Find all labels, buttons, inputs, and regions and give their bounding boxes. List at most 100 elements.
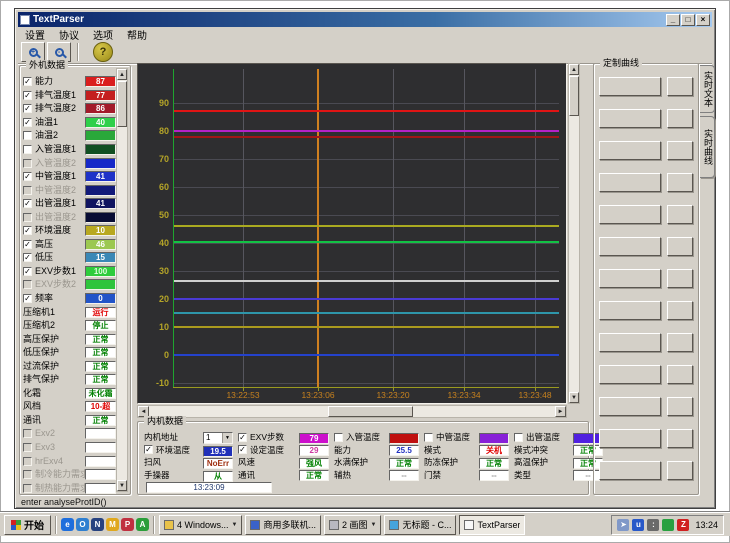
tray-dots-icon[interactable]: :	[647, 519, 659, 531]
custom-curve-value-button[interactable]	[667, 365, 693, 384]
indoor-address-dropdown[interactable]: 1▼	[203, 432, 233, 444]
maximize-button[interactable]: □	[681, 14, 695, 26]
checkbox[interactable]	[424, 433, 433, 442]
custom-curve-button[interactable]	[599, 429, 661, 448]
custom-curve-button[interactable]	[599, 461, 661, 480]
checkbox[interactable]: ✓	[23, 104, 32, 113]
scroll-down-icon[interactable]: ▼	[569, 392, 579, 403]
custom-curve-button[interactable]	[599, 237, 661, 256]
tab-realtime-text[interactable]: 实时文本	[700, 65, 715, 113]
checkbox[interactable]	[23, 186, 32, 195]
checkbox[interactable]	[23, 131, 32, 140]
custom-curve-value-button[interactable]	[667, 237, 693, 256]
custom-curve-button[interactable]	[599, 397, 661, 416]
checkbox[interactable]	[23, 484, 32, 493]
checkbox[interactable]	[514, 433, 523, 442]
taskbar-untitled[interactable]: 无标题 - C...	[384, 515, 456, 535]
checkbox[interactable]	[23, 213, 32, 222]
custom-curve-value-button[interactable]	[667, 429, 693, 448]
quicklaunch-antivirus-icon[interactable]: A	[136, 518, 149, 531]
checkbox[interactable]: ✓	[23, 172, 32, 181]
checkbox[interactable]: ✓	[23, 91, 32, 100]
scroll-up-icon[interactable]: ▲	[117, 69, 127, 80]
menu-settings[interactable]: 设置	[18, 27, 52, 42]
quicklaunch-player-icon[interactable]: P	[121, 518, 134, 531]
custom-curve-button[interactable]	[599, 365, 661, 384]
quicklaunch-mail-icon[interactable]: M	[106, 518, 119, 531]
checkbox[interactable]	[23, 145, 32, 154]
quicklaunch-browser-icon[interactable]: O	[76, 518, 89, 531]
dropdown-arrow-icon[interactable]: ▼	[232, 522, 238, 528]
scroll-right-icon[interactable]: ►	[555, 406, 566, 417]
scroll-up-icon[interactable]: ▲	[569, 64, 579, 75]
menu-protocol[interactable]: 协议	[52, 27, 86, 42]
custom-curve-value-button[interactable]	[667, 461, 693, 480]
custom-curve-value-button[interactable]	[667, 301, 693, 320]
checkbox[interactable]	[23, 280, 32, 289]
custom-curve-value-button[interactable]	[667, 205, 693, 224]
custom-curve-button[interactable]	[599, 205, 661, 224]
checkbox[interactable]	[334, 433, 343, 442]
checkbox[interactable]	[23, 443, 32, 452]
scroll-down-icon[interactable]: ▼	[117, 480, 127, 491]
checkbox[interactable]: ✓	[23, 77, 32, 86]
help-button[interactable]: ?	[93, 42, 113, 62]
left-panel-scrollbar[interactable]: ▲ ▼	[116, 68, 128, 492]
tray-thunder-icon[interactable]: Z	[677, 519, 689, 531]
checkbox[interactable]	[23, 159, 32, 168]
chart-hscroll-thumb[interactable]	[328, 406, 413, 417]
zoom-out-button[interactable]: -	[47, 42, 71, 62]
checkbox[interactable]: ✓	[23, 267, 32, 276]
checkbox[interactable]: ✓	[23, 199, 32, 208]
checkbox[interactable]	[23, 470, 32, 479]
custom-curve-value-button[interactable]	[667, 269, 693, 288]
chart-horizontal-scrollbar[interactable]: ◄ ►	[137, 405, 567, 418]
taskbar-textparser[interactable]: TextParser	[459, 515, 525, 535]
checkbox[interactable]: ✓	[23, 253, 32, 262]
checkbox[interactable]: ✓	[144, 445, 153, 454]
custom-curve-value-button[interactable]	[667, 333, 693, 352]
custom-curve-button[interactable]	[599, 77, 661, 96]
checkbox[interactable]: ✓	[23, 240, 32, 249]
quicklaunch-ie-icon[interactable]: e	[61, 518, 74, 531]
taskbar-windows-group[interactable]: 4 Windows...▼	[159, 515, 242, 535]
chart-plot-area[interactable]: 9080706050403020100-1013:22:5313:23:0613…	[139, 65, 565, 402]
custom-curve-button[interactable]	[599, 141, 661, 160]
dropdown-arrow-icon[interactable]: ▼	[371, 522, 377, 528]
zoom-in-button[interactable]: +	[21, 42, 45, 62]
chart-vertical-scrollbar[interactable]: ▲ ▼	[568, 63, 580, 404]
start-button[interactable]: 开始	[4, 515, 51, 535]
tray-launch-icon[interactable]: ➤	[617, 519, 629, 531]
checkbox[interactable]: ✓	[23, 226, 32, 235]
checkbox[interactable]: ✓	[238, 433, 247, 442]
tab-realtime-curve[interactable]: 实时曲线	[700, 116, 715, 178]
custom-curve-button[interactable]	[599, 269, 661, 288]
custom-curve-button[interactable]	[599, 173, 661, 192]
custom-curve-value-button[interactable]	[667, 77, 693, 96]
custom-curve-value-button[interactable]	[667, 173, 693, 192]
left-scrollbar-thumb[interactable]	[117, 81, 127, 127]
taskbar-app[interactable]: 商用多联机...	[245, 515, 321, 535]
taskbar-paint-group[interactable]: 2 画图▼	[324, 515, 381, 535]
checkbox[interactable]: ✓	[23, 118, 32, 127]
dropdown-arrow-icon[interactable]: ▼	[222, 433, 232, 443]
quicklaunch-navigator-icon[interactable]: N	[91, 518, 104, 531]
checkbox[interactable]	[23, 457, 32, 466]
chart-vscroll-thumb[interactable]	[569, 76, 579, 116]
tray-messenger-icon[interactable]: u	[632, 519, 644, 531]
menu-help[interactable]: 帮助	[120, 27, 154, 42]
realtime-curve-chart[interactable]: 9080706050403020100-1013:22:5313:23:0613…	[137, 63, 567, 404]
custom-curve-value-button[interactable]	[667, 397, 693, 416]
checkbox[interactable]: ✓	[23, 294, 32, 303]
custom-curve-button[interactable]	[599, 109, 661, 128]
custom-curve-button[interactable]	[599, 333, 661, 352]
custom-curve-value-button[interactable]	[667, 109, 693, 128]
menu-options[interactable]: 选项	[86, 27, 120, 42]
minimize-button[interactable]: _	[666, 14, 680, 26]
custom-curve-button[interactable]	[599, 301, 661, 320]
checkbox[interactable]	[23, 429, 32, 438]
checkbox[interactable]: ✓	[238, 445, 247, 454]
tray-antivirus-icon[interactable]	[662, 519, 674, 531]
custom-curve-value-button[interactable]	[667, 141, 693, 160]
close-button[interactable]: ×	[696, 14, 710, 26]
